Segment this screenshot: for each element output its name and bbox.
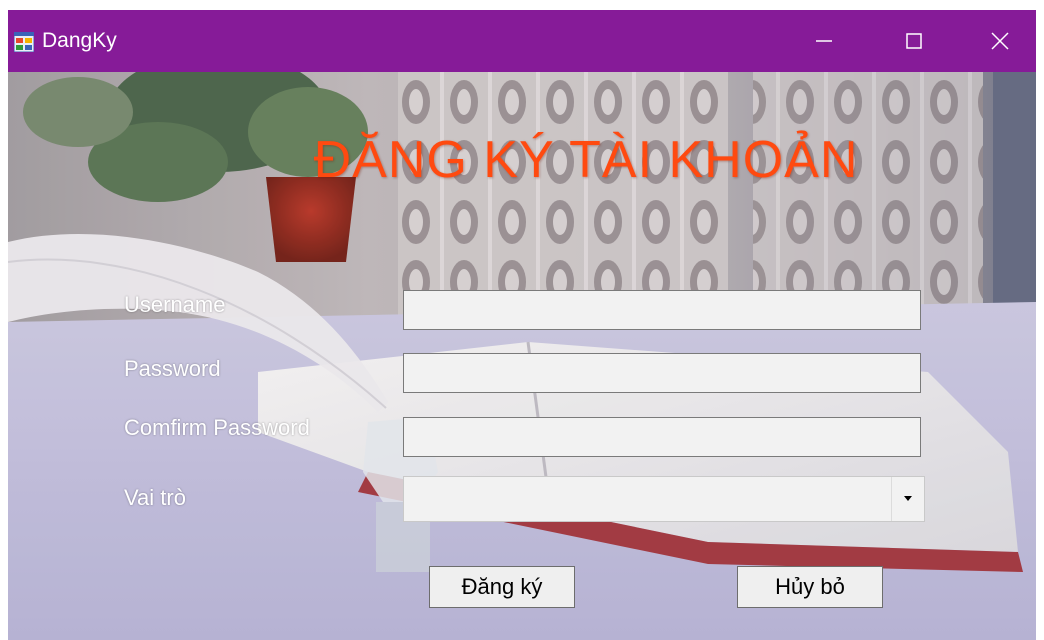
minimize-button[interactable] <box>794 10 854 72</box>
dropdown-button[interactable] <box>891 477 924 521</box>
role-label: Vai trò <box>124 485 186 510</box>
cancel-button[interactable]: Hủy bỏ <box>737 566 883 608</box>
window-title: DangKy <box>42 29 117 52</box>
window: DangKy ĐĂNG KÝ TÀI KHOẢN Username Passwo… <box>8 10 1036 640</box>
role-select[interactable] <box>403 476 925 522</box>
close-icon <box>991 32 1009 50</box>
app-form-icon <box>14 32 34 52</box>
register-button[interactable]: Đăng ký <box>429 566 575 608</box>
close-button[interactable] <box>970 10 1030 72</box>
confirm-password-input[interactable] <box>403 417 921 457</box>
confirm-password-label: Comfirm Password <box>124 415 310 440</box>
form-client-area: ĐĂNG KÝ TÀI KHOẢN Username Password Comf… <box>8 72 1036 640</box>
title-bar[interactable]: DangKy <box>8 10 1036 72</box>
maximize-button[interactable] <box>884 10 944 72</box>
maximize-icon <box>906 33 922 49</box>
minimize-icon <box>816 40 832 42</box>
username-input[interactable] <box>403 290 921 330</box>
password-label: Password <box>124 356 221 381</box>
username-label: Username <box>124 292 226 317</box>
dropdown-arrow-icon <box>904 496 912 501</box>
page-title: ĐĂNG KÝ TÀI KHOẢN <box>313 131 859 189</box>
password-input[interactable] <box>403 353 921 393</box>
